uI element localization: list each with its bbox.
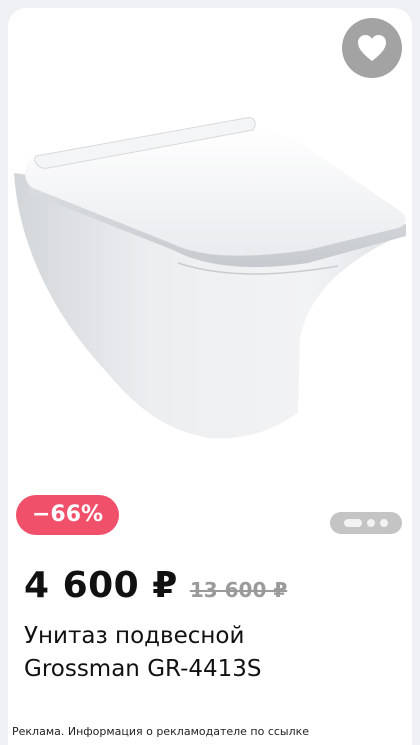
product-title-line: Унитаз подвесной <box>24 623 245 649</box>
current-price: 4 600 ₽ <box>24 565 178 606</box>
favorite-button[interactable] <box>342 18 402 78</box>
product-image[interactable] <box>8 8 412 478</box>
old-price: 13 600 ₽ <box>189 578 288 602</box>
gallery-dot[interactable] <box>380 519 388 527</box>
product-title-line: Grossman GR-4413S <box>24 656 262 682</box>
product-card[interactable]: −66% 4 600 ₽ 13 600 ₽ Унитаз подвесной G… <box>8 8 412 745</box>
product-title[interactable]: Унитаз подвесной Grossman GR-4413S <box>24 620 404 686</box>
ad-disclaimer[interactable]: Реклама. Информация о рекламодателе по с… <box>12 725 309 738</box>
discount-badge: −66% <box>16 495 120 535</box>
price-row: 4 600 ₽ 13 600 ₽ <box>24 565 287 606</box>
heart-icon <box>358 35 386 61</box>
gallery-dot[interactable] <box>367 519 375 527</box>
gallery-pagination[interactable] <box>330 512 402 534</box>
gallery-dot-active[interactable] <box>344 519 362 527</box>
